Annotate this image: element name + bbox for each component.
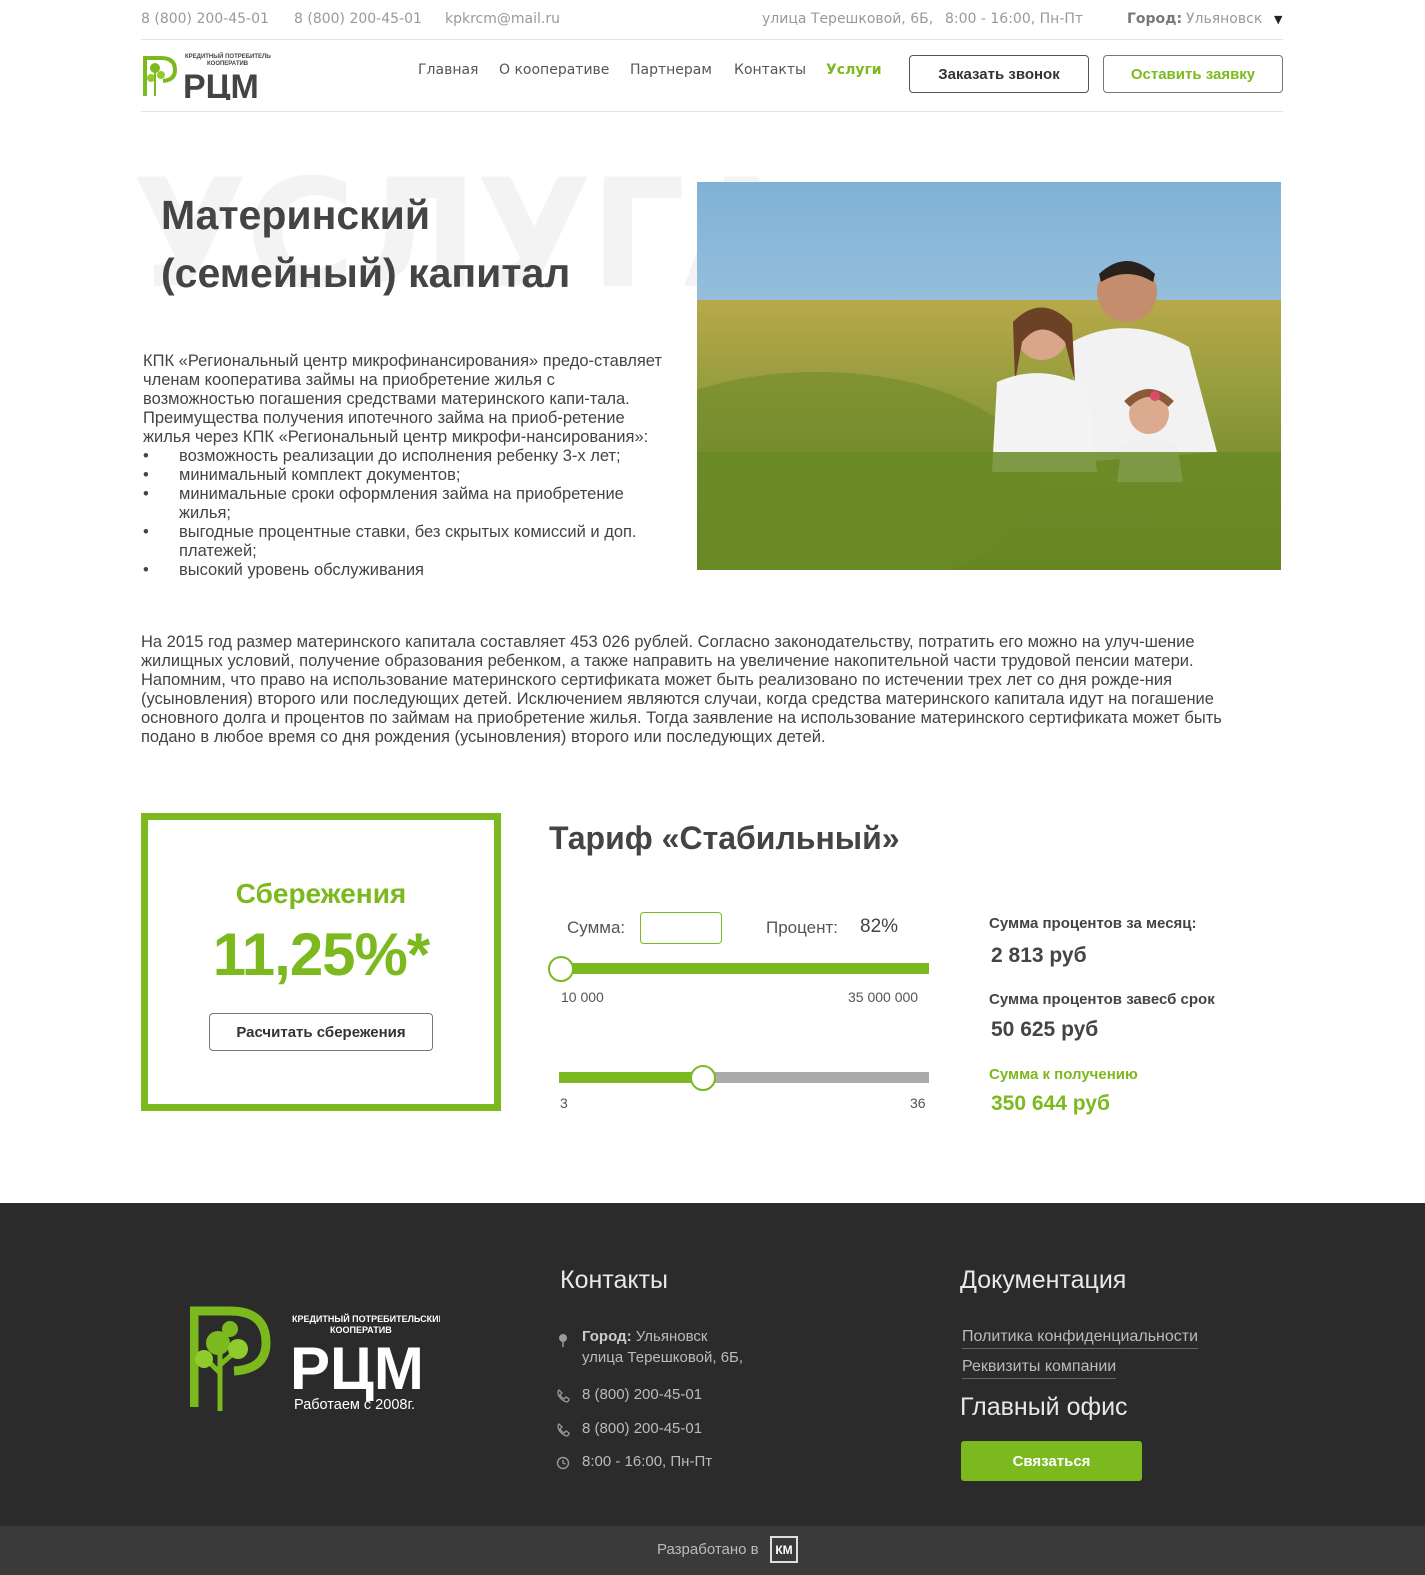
main-office-heading: Главный офис xyxy=(960,1393,1128,1421)
info-paragraph-1: На 2015 год размер материнского капитала… xyxy=(141,633,1195,670)
term-interest-value: 50 625 руб xyxy=(991,1018,1099,1041)
logo[interactable]: КРЕДИТНЫЙ ПОТРЕБИТЕЛЬСКИЙ КООПЕРАТИВ РЦМ xyxy=(141,48,287,106)
receive-label: Сумма к получению xyxy=(989,1066,1138,1083)
privacy-policy-link[interactable]: Политика конфиденциальности xyxy=(962,1328,1199,1349)
intro-text: КПК «Региональный центр микрофинансирова… xyxy=(143,352,668,580)
slider-fill xyxy=(559,963,929,974)
maternity-capital-info: На 2015 год размер материнского капитала… xyxy=(141,633,1246,747)
nav-partners[interactable]: Партнерам xyxy=(630,62,712,78)
list-item: возможность реализации до исполнения реб… xyxy=(143,447,668,466)
percent-value: 82% xyxy=(860,916,899,937)
monthly-interest-label: Сумма процентов за месяц: xyxy=(989,915,1197,932)
footer-phone-1[interactable]: 8 (800) 200-45-01 xyxy=(582,1386,702,1403)
docs-heading: Документация xyxy=(960,1266,1127,1294)
benefits-list: возможность реализации до исполнения реб… xyxy=(143,447,668,580)
slider-handle[interactable] xyxy=(690,1065,717,1091)
chevron-down-icon[interactable]: ▼ xyxy=(1274,13,1282,26)
monthly-interest-value: 2 813 руб xyxy=(991,944,1087,967)
developer-logo[interactable]: КМ xyxy=(770,1536,798,1563)
receive-value: 350 644 руб xyxy=(991,1092,1110,1115)
page-title-line-1: Материнский xyxy=(161,192,431,238)
list-item: высокий уровень обслуживания xyxy=(143,561,668,580)
top-email[interactable]: kpkrcm@mail.ru xyxy=(445,11,560,27)
contacts-heading: Контакты xyxy=(560,1266,668,1294)
svg-text:КООПЕРАТИВ: КООПЕРАТИВ xyxy=(207,61,249,67)
map-pin-icon xyxy=(559,1334,567,1347)
savings-title: Сбережения xyxy=(235,878,407,909)
list-item: минимальный комплект документов; xyxy=(143,466,668,485)
nav-home[interactable]: Главная xyxy=(418,62,478,78)
svg-text:КООПЕРАТИВ: КООПЕРАТИВ xyxy=(330,1325,392,1335)
clock-icon xyxy=(556,1456,570,1470)
term-interest-label: Сумма процентов завесб срок xyxy=(989,991,1215,1008)
footer-phone-2[interactable]: 8 (800) 200-45-01 xyxy=(582,1420,702,1437)
slider-fill xyxy=(559,1072,704,1083)
city-selector[interactable]: Ульяновск xyxy=(1186,11,1262,27)
sum-input[interactable] xyxy=(640,912,722,944)
svg-text:РЦМ: РЦМ xyxy=(290,1335,424,1402)
term-max-label: 36 xyxy=(910,1095,926,1111)
family-photo xyxy=(697,182,1281,570)
nav-contacts[interactable]: Контакты xyxy=(734,62,806,78)
developed-by-text: Разработано в xyxy=(657,1541,759,1558)
slider-handle[interactable] xyxy=(548,956,574,982)
term-min-label: 3 xyxy=(560,1095,568,1111)
footer-city: Город: Ульяновск xyxy=(582,1328,707,1345)
nav-about[interactable]: О кооперативе xyxy=(499,62,609,78)
sum-min-label: 10 000 xyxy=(561,989,604,1005)
top-phone-1[interactable]: 8 (800) 200-45-01 xyxy=(141,11,269,27)
top-phone-2[interactable]: 8 (800) 200-45-01 xyxy=(294,11,422,27)
svg-text:КРЕДИТНЫЙ ПОТРЕБИТЕЛЬСКИЙ: КРЕДИТНЫЙ ПОТРЕБИТЕЛЬСКИЙ xyxy=(292,1313,440,1324)
contact-button[interactable]: Связаться xyxy=(961,1441,1142,1481)
intro-paragraph: КПК «Региональный центр микрофинансирова… xyxy=(143,352,662,446)
list-item: минимальные сроки оформления займа на пр… xyxy=(143,485,668,523)
footer-city-value: Ульяновск xyxy=(635,1328,708,1345)
savings-card: Сбережения 11,25%* Расчитать сбережения xyxy=(141,813,501,1111)
city-label: Город: xyxy=(1127,11,1183,27)
svg-text:РЦМ: РЦМ xyxy=(183,68,259,100)
top-hours: 8:00 - 16:00, Пн-Пт xyxy=(945,11,1084,27)
top-bar: 8 (800) 200-45-01 8 (800) 200-45-01 kpkr… xyxy=(141,0,1283,40)
calculate-savings-button[interactable]: Расчитать сбережения xyxy=(209,1013,433,1051)
page-title-line-2: (семейный) капитал xyxy=(161,250,571,296)
footer-address: улица Терешковой, 6Б, xyxy=(582,1349,744,1366)
footer: КРЕДИТНЫЙ ПОТРЕБИТЕЛЬСКИЙ КООПЕРАТИВ РЦМ… xyxy=(0,1203,1425,1526)
order-call-button[interactable]: Заказать звонок xyxy=(909,55,1089,93)
top-address: улица Терешковой, 6Б, xyxy=(762,11,934,27)
percent-label: Процент: xyxy=(766,918,839,937)
bottom-bar: Разработано в КМ xyxy=(0,1526,1425,1575)
sum-max-label: 35 000 000 xyxy=(848,989,919,1005)
leave-request-button[interactable]: Оставить заявку xyxy=(1103,55,1283,93)
nav-services[interactable]: Услуги xyxy=(826,62,882,78)
page-title: Материнский (семейный) капитал xyxy=(161,186,681,302)
tree-logo-icon: КРЕДИТНЫЙ ПОТРЕБИТЕЛЬСКИЙ КООПЕРАТИВ РЦМ xyxy=(143,52,287,106)
phone-icon xyxy=(557,1389,570,1403)
footer-city-label: Город: xyxy=(582,1328,632,1345)
footer-hours: 8:00 - 16:00, Пн-Пт xyxy=(582,1453,713,1470)
sum-label: Сумма: xyxy=(567,918,626,937)
phone-icon xyxy=(557,1423,570,1437)
list-item: выгодные процентные ставки, без скрытых … xyxy=(143,523,668,561)
tariff-title: Тариф «Стабильный» xyxy=(549,820,900,856)
company-requisites-link[interactable]: Реквизиты компании xyxy=(962,1358,1117,1379)
svg-text:КРЕДИТНЫЙ ПОТРЕБИТЕЛЬСКИЙ: КРЕДИТНЫЙ ПОТРЕБИТЕЛЬСКИЙ xyxy=(185,52,271,60)
footer-logo[interactable]: КРЕДИТНЫЙ ПОТРЕБИТЕЛЬСКИЙ КООПЕРАТИВ РЦМ… xyxy=(189,1303,445,1418)
info-paragraph-2: Напомним, что право на использование мат… xyxy=(141,671,1222,746)
savings-rate: 11,25%* xyxy=(212,921,431,988)
since-text: Работаем с 2008г. xyxy=(294,1397,415,1413)
header: КРЕДИТНЫЙ ПОТРЕБИТЕЛЬСКИЙ КООПЕРАТИВ РЦМ… xyxy=(141,40,1283,112)
